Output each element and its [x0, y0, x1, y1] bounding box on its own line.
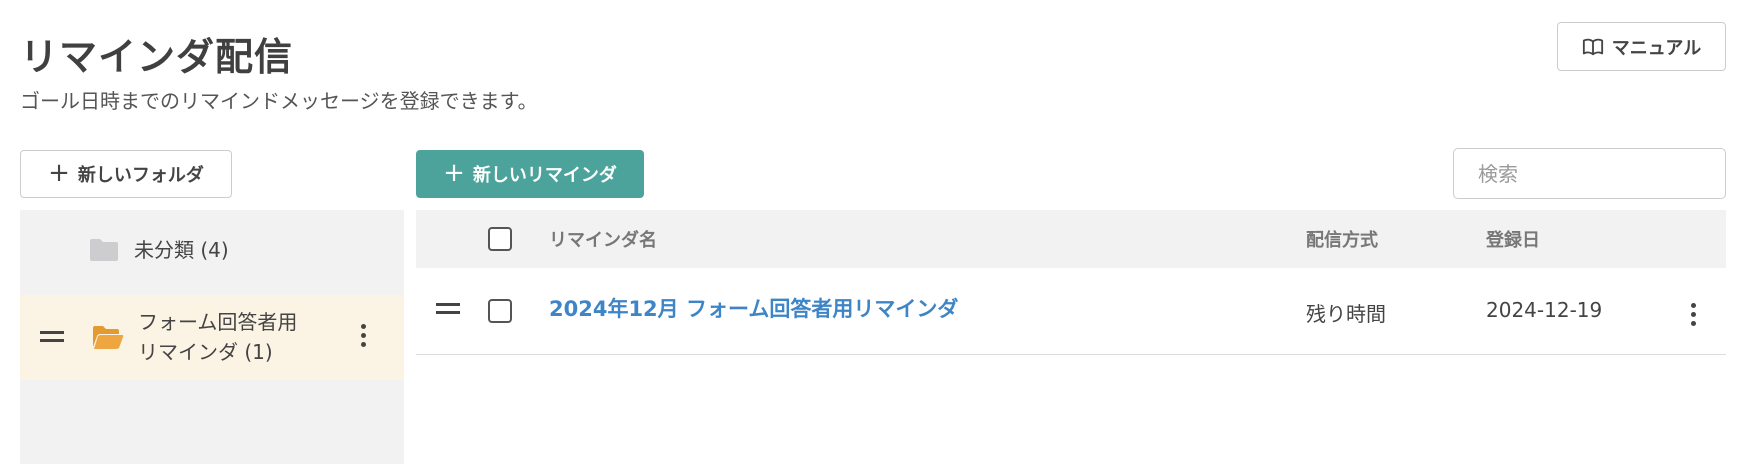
- folder-open-icon: [93, 326, 124, 349]
- column-header-date[interactable]: 登録日: [1486, 210, 1540, 268]
- drag-handle-icon[interactable]: [40, 331, 64, 342]
- row-name-cell: 2024年12月 フォーム回答者用リマインダ: [549, 293, 958, 323]
- new-reminder-label: 新しいリマインダ: [472, 165, 617, 186]
- table-row: 2024年12月 フォーム回答者用リマインダ 残り時間 2024-12-19: [416, 270, 1726, 355]
- row-select-cell: [488, 299, 512, 323]
- row-method-cell: 残り時間: [1306, 298, 1386, 327]
- manual-button[interactable]: マニュアル: [1557, 22, 1726, 71]
- column-header-method[interactable]: 配信方式: [1306, 210, 1378, 268]
- folder-item-selected[interactable]: フォーム回答者用 リマインダ (1): [20, 295, 404, 380]
- select-all-checkbox[interactable]: [488, 227, 512, 251]
- table-header: リマインダ名 配信方式 登録日: [416, 210, 1726, 268]
- page-title: リマインダ配信: [20, 35, 294, 79]
- folder-sidebar: 未分類 (4) フォーム回答者用 リマインダ (1): [20, 210, 404, 464]
- page-description: ゴール日時までのリマインドメッセージを登録できます。: [20, 89, 538, 113]
- new-reminder-button[interactable]: + 新しいリマインダ: [416, 150, 644, 198]
- new-folder-label: 新しいフォルダ: [77, 165, 204, 186]
- column-header-name[interactable]: リマインダ名: [549, 210, 657, 268]
- row-checkbox[interactable]: [488, 299, 512, 323]
- folder-label: フォーム回答者用 リマインダ (1): [138, 307, 297, 367]
- row-drag-cell: [436, 303, 460, 314]
- search-box: [1453, 148, 1726, 199]
- plus-icon: +: [48, 157, 70, 188]
- book-icon: [1582, 38, 1603, 55]
- manual-button-label: マニュアル: [1611, 37, 1702, 59]
- folder-item-uncategorized[interactable]: 未分類 (4): [20, 222, 404, 278]
- plus-icon: +: [443, 157, 465, 188]
- select-all-cell: [488, 210, 512, 268]
- reminder-name-link[interactable]: 2024年12月 フォーム回答者用リマインダ: [549, 293, 958, 323]
- folder-label-line2: リマインダ (1): [138, 340, 273, 364]
- folder-label-line1: フォーム回答者用: [138, 310, 298, 334]
- new-folder-button[interactable]: + 新しいフォルダ: [20, 150, 232, 198]
- search-input[interactable]: [1454, 149, 1725, 198]
- row-date-cell: 2024-12-19: [1486, 298, 1602, 322]
- drag-handle-icon[interactable]: [436, 303, 460, 314]
- delivery-method: 残り時間: [1306, 302, 1386, 326]
- folder-more-icon[interactable]: [353, 320, 374, 351]
- folder-label: 未分類 (4): [134, 238, 229, 262]
- folder-icon: [90, 239, 118, 261]
- row-more-icon[interactable]: [1683, 299, 1704, 330]
- registered-date: 2024-12-19: [1486, 298, 1603, 322]
